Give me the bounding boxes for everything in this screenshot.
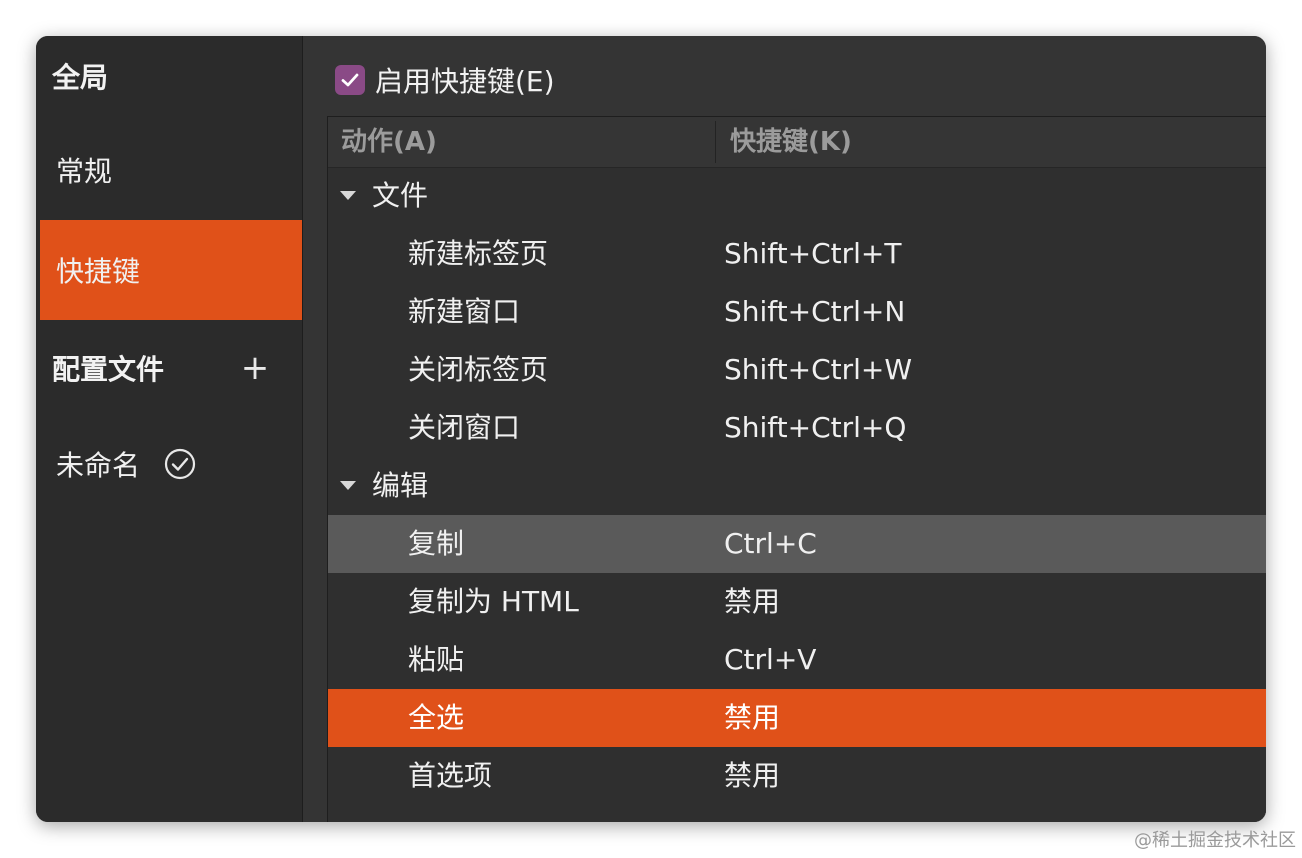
sidebar-heading-profiles: 配置文件 [52,353,165,386]
shortcut-accel[interactable]: 禁用 [724,573,780,631]
watermark: @稀土掘金技术社区 [1134,830,1296,851]
expander-arrow-icon[interactable] [340,481,356,490]
sidebar-item-shortcuts[interactable]: 快捷键 [40,220,302,320]
action-label: 粘贴 [408,643,465,676]
profile-name: 未命名 [56,449,141,482]
sidebar: 全局 常规 快捷键 配置文件 + 未命名 [36,36,303,822]
add-profile-button[interactable]: + [240,348,270,388]
shortcut-row[interactable]: 全选 禁用 [328,689,1266,747]
checkmark-icon [341,73,359,87]
shortcut-accel[interactable]: 禁用 [724,747,780,805]
column-header-action[interactable]: 动作(A) [341,117,437,167]
shortcut-accel[interactable]: Shift+Ctrl+W [724,341,912,399]
action-label: 首选项 [408,759,493,792]
sidebar-item-general[interactable]: 常规 [40,120,302,220]
tree-category-row[interactable]: 文件 [328,167,1266,225]
category-label: 编辑 [372,469,429,502]
shortcut-row[interactable]: 复制为 HTML 禁用 [328,573,1266,631]
enable-shortcuts-toggle[interactable]: 启用快捷键(E) [335,58,555,102]
shortcut-row[interactable]: 复制 Ctrl+C [328,515,1266,573]
expander-arrow-icon[interactable] [340,191,356,200]
shortcut-row[interactable]: 新建标签页 Shift+Ctrl+T [328,225,1266,283]
shortcut-accel[interactable]: Shift+Ctrl+T [724,225,902,283]
shortcut-row[interactable]: 粘贴 Ctrl+V [328,631,1266,689]
default-profile-check-icon [164,448,196,480]
column-divider[interactable] [715,121,716,163]
sidebar-item-label: 常规 [56,155,113,188]
enable-shortcuts-label: 启用快捷键(E) [375,65,555,98]
shortcut-accel[interactable]: Shift+Ctrl+N [724,283,905,341]
column-header-shortcut[interactable]: 快捷键(K) [730,117,852,167]
action-label: 复制 [408,527,465,560]
category-label: 文件 [372,179,429,212]
action-label: 关闭窗口 [408,411,521,444]
action-label: 复制为 HTML [408,585,579,618]
shortcut-row[interactable]: 关闭标签页 Shift+Ctrl+W [328,341,1266,399]
action-label: 全选 [408,701,465,734]
shortcut-accel[interactable]: Ctrl+V [724,631,816,689]
tree-category-row[interactable]: 编辑 [328,457,1266,515]
shortcut-accel[interactable]: Ctrl+C [724,515,817,573]
shortcuts-tree: 动作(A) 快捷键(K) 文件新建标签页 Shift+Ctrl+T 新建窗口 Shif… [327,116,1266,822]
action-label: 关闭标签页 [408,353,549,386]
preferences-window: 全局 常规 快捷键 配置文件 + 未命名 启用快捷键(E) 动作(A) 快捷键(… [36,36,1266,822]
tree-rows: 文件 新建标签页 Shift+Ctrl+T 新建窗口 Shift+Ctrl+N 关闭标签页… [328,167,1266,805]
shortcuts-panel: 启用快捷键(E) 动作(A) 快捷键(K) 文件新建标签页 Shift+Ctrl+… [303,36,1266,822]
shortcut-accel[interactable]: 禁用 [724,689,780,747]
shortcut-accel[interactable]: Shift+Ctrl+Q [724,399,906,457]
sidebar-item-profile[interactable]: 未命名 [56,442,196,486]
sidebar-item-label: 快捷键 [56,255,141,288]
enable-shortcuts-checkbox[interactable] [335,65,365,95]
sidebar-heading-global: 全局 [52,61,109,94]
action-label: 新建窗口 [408,295,521,328]
tree-header: 动作(A) 快捷键(K) [328,117,1266,168]
shortcut-row[interactable]: 首选项 禁用 [328,747,1266,805]
action-label: 新建标签页 [408,237,549,270]
shortcut-row[interactable]: 关闭窗口 Shift+Ctrl+Q [328,399,1266,457]
shortcut-row[interactable]: 新建窗口 Shift+Ctrl+N [328,283,1266,341]
